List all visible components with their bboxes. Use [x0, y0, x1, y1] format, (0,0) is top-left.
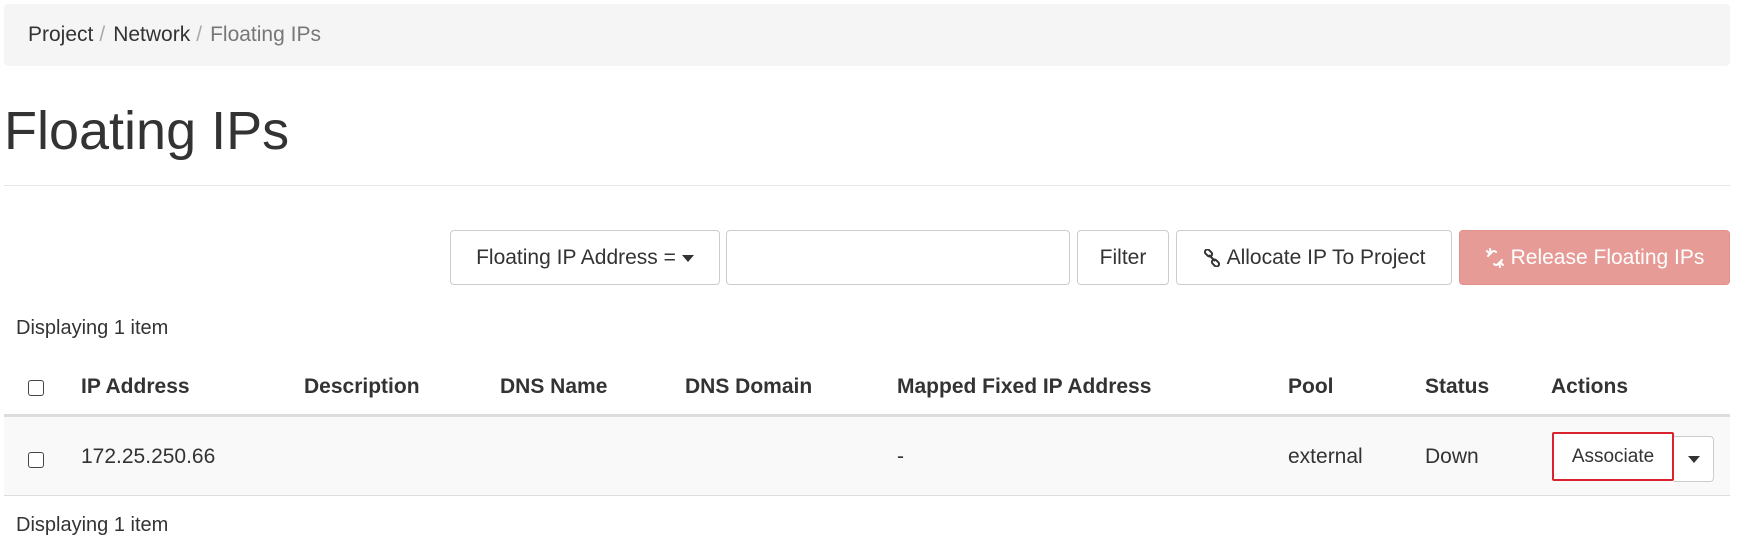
caret-down-icon: [1687, 455, 1700, 463]
associate-button[interactable]: Associate: [1552, 432, 1674, 481]
column-header-description[interactable]: Description: [304, 370, 420, 404]
cell-ip-address[interactable]: 172.25.250.66: [81, 440, 215, 474]
breadcrumb-separator: /: [99, 23, 106, 46]
breadcrumb-network[interactable]: Network: [113, 23, 190, 47]
column-header-ip-address[interactable]: IP Address: [81, 370, 190, 404]
cell-status: Down: [1425, 445, 1479, 468]
header-divider: [4, 185, 1730, 186]
filter-input[interactable]: [726, 230, 1070, 285]
breadcrumb: Project / Network / Floating IPs: [4, 4, 1730, 66]
page-title: Floating IPs: [4, 101, 290, 161]
link-icon: [1203, 248, 1221, 267]
caret-down-icon: [681, 255, 694, 262]
filter-field-select[interactable]: Floating IP Address =: [450, 230, 720, 285]
allocate-ip-button[interactable]: Allocate IP To Project: [1176, 230, 1452, 285]
row-actions-dropdown-toggle[interactable]: [1674, 436, 1714, 482]
release-floating-ips-button[interactable]: Release Floating IPs: [1459, 230, 1730, 285]
column-header-mapped-fixed-ip[interactable]: Mapped Fixed IP Address: [897, 370, 1151, 404]
column-header-status[interactable]: Status: [1425, 370, 1489, 404]
release-floating-ips-label: Release Floating IPs: [1510, 245, 1705, 269]
breadcrumb-current: Floating IPs: [210, 23, 321, 46]
row-select-checkbox[interactable]: [28, 452, 44, 468]
column-header-pool[interactable]: Pool: [1288, 370, 1334, 404]
item-count-footer: Displaying 1 item: [16, 514, 169, 536]
select-all-checkbox[interactable]: [28, 380, 44, 396]
allocate-ip-label: Allocate IP To Project: [1226, 245, 1426, 269]
item-count: Displaying 1 item: [16, 317, 169, 339]
breadcrumb-project[interactable]: Project: [28, 23, 93, 47]
breadcrumb-separator: /: [196, 23, 203, 46]
filter-button[interactable]: Filter: [1077, 230, 1169, 285]
column-header-actions: Actions: [1551, 375, 1629, 398]
unlink-icon: [1485, 247, 1505, 268]
column-header-dns-name[interactable]: DNS Name: [500, 370, 607, 404]
filter-field-label: Floating IP Address =: [476, 245, 676, 269]
cell-pool: external: [1288, 445, 1363, 468]
column-header-dns-domain[interactable]: DNS Domain: [685, 370, 812, 404]
cell-mapped-fixed-ip: -: [897, 445, 904, 468]
